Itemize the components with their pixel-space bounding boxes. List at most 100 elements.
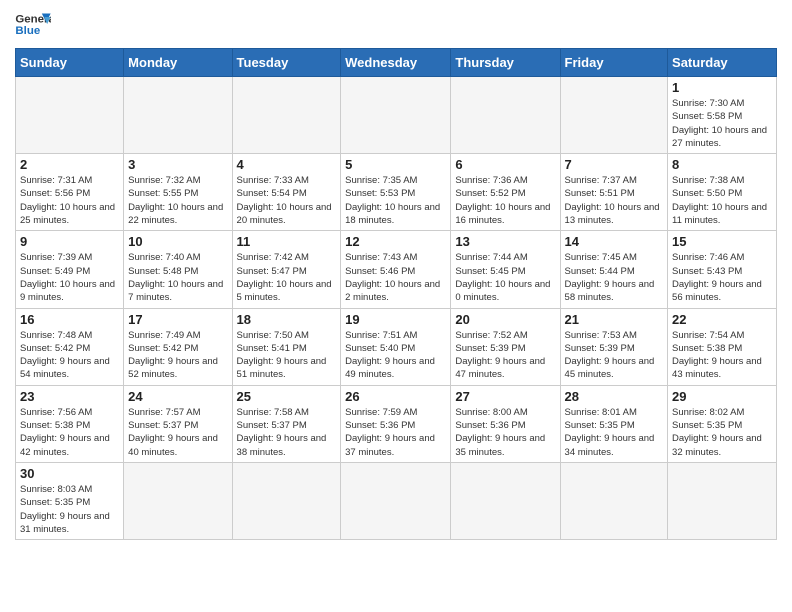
calendar-cell: 4 Sunrise: 7:33 AM Sunset: 5:54 PM Daylig… [232,154,341,231]
day-number: 27 [455,389,555,404]
calendar-cell [560,462,668,539]
page-container: General Blue SundayMondayTuesdayWednesda… [0,0,792,555]
weekday-header-sunday: Sunday [16,49,124,77]
calendar-cell: 24 Sunrise: 7:57 AM Sunset: 5:37 PM Dayli… [124,385,232,462]
calendar-cell: 19 Sunrise: 7:51 AM Sunset: 5:40 PM Dayli… [341,308,451,385]
calendar-cell: 1Sunrise: 7:30 AM Sunset: 5:58 PM Daylig… [668,77,777,154]
week-row-5: 30Sunrise: 8:03 AM Sunset: 5:35 PM Dayli… [16,462,777,539]
day-info: Sunrise: 7:36 AM Sunset: 5:52 PM Dayligh… [455,174,555,227]
day-info: Sunrise: 7:37 AM Sunset: 5:51 PM Dayligh… [565,174,664,227]
day-info: Sunrise: 7:31 AM Sunset: 5:56 PM Dayligh… [20,174,119,227]
day-number: 10 [128,234,227,249]
weekday-header-friday: Friday [560,49,668,77]
week-row-3: 16 Sunrise: 7:48 AM Sunset: 5:42 PM Dayli… [16,308,777,385]
calendar-cell [341,77,451,154]
day-number: 17 [128,312,227,327]
week-row-1: 2 Sunrise: 7:31 AM Sunset: 5:56 PM Daylig… [16,154,777,231]
day-info: Sunrise: 8:01 AM Sunset: 5:35 PM Dayligh… [565,406,664,459]
day-info: Sunrise: 7:40 AM Sunset: 5:48 PM Dayligh… [128,251,227,304]
day-number: 23 [20,389,119,404]
day-info: Sunrise: 7:44 AM Sunset: 5:45 PM Dayligh… [455,251,555,304]
day-info: Sunrise: 7:53 AM Sunset: 5:39 PM Dayligh… [565,329,664,382]
day-info: Sunrise: 7:46 AM Sunset: 5:43 PM Dayligh… [672,251,772,304]
day-number: 11 [237,234,337,249]
weekday-header-monday: Monday [124,49,232,77]
calendar-cell: 2 Sunrise: 7:31 AM Sunset: 5:56 PM Daylig… [16,154,124,231]
day-info: Sunrise: 7:45 AM Sunset: 5:44 PM Dayligh… [565,251,664,304]
calendar-cell: 23Sunrise: 7:56 AM Sunset: 5:38 PM Dayli… [16,385,124,462]
calendar-cell [16,77,124,154]
day-number: 13 [455,234,555,249]
calendar-cell: 10 Sunrise: 7:40 AM Sunset: 5:48 PM Dayli… [124,231,232,308]
calendar-cell: 21 Sunrise: 7:53 AM Sunset: 5:39 PM Dayli… [560,308,668,385]
header: General Blue [15,10,777,40]
day-info: Sunrise: 7:35 AM Sunset: 5:53 PM Dayligh… [345,174,446,227]
day-number: 21 [565,312,664,327]
day-number: 26 [345,389,446,404]
calendar-cell [560,77,668,154]
calendar-cell: 17 Sunrise: 7:49 AM Sunset: 5:42 PM Dayli… [124,308,232,385]
day-number: 14 [565,234,664,249]
day-info: Sunrise: 7:51 AM Sunset: 5:40 PM Dayligh… [345,329,446,382]
calendar-cell: 8Sunrise: 7:38 AM Sunset: 5:50 PM Daylig… [668,154,777,231]
day-info: Sunrise: 7:39 AM Sunset: 5:49 PM Dayligh… [20,251,119,304]
calendar-cell [451,77,560,154]
weekday-header-wednesday: Wednesday [341,49,451,77]
calendar-cell: 12 Sunrise: 7:43 AM Sunset: 5:46 PM Dayli… [341,231,451,308]
calendar-cell: 26 Sunrise: 7:59 AM Sunset: 5:36 PM Dayli… [341,385,451,462]
calendar-cell: 27Sunrise: 8:00 AM Sunset: 5:36 PM Dayli… [451,385,560,462]
day-info: Sunrise: 7:38 AM Sunset: 5:50 PM Dayligh… [672,174,772,227]
calendar-cell [124,77,232,154]
day-number: 6 [455,157,555,172]
calendar-cell [668,462,777,539]
day-info: Sunrise: 7:52 AM Sunset: 5:39 PM Dayligh… [455,329,555,382]
calendar-cell: 11Sunrise: 7:42 AM Sunset: 5:47 PM Dayli… [232,231,341,308]
day-info: Sunrise: 7:49 AM Sunset: 5:42 PM Dayligh… [128,329,227,382]
day-number: 15 [672,234,772,249]
day-info: Sunrise: 7:33 AM Sunset: 5:54 PM Dayligh… [237,174,337,227]
calendar-cell: 15 Sunrise: 7:46 AM Sunset: 5:43 PM Dayli… [668,231,777,308]
calendar-cell: 28 Sunrise: 8:01 AM Sunset: 5:35 PM Dayli… [560,385,668,462]
day-info: Sunrise: 8:03 AM Sunset: 5:35 PM Dayligh… [20,483,119,536]
logo: General Blue [15,10,51,40]
calendar-cell: 9 Sunrise: 7:39 AM Sunset: 5:49 PM Daylig… [16,231,124,308]
day-number: 4 [237,157,337,172]
calendar-cell [341,462,451,539]
day-number: 18 [237,312,337,327]
calendar-cell: 22Sunrise: 7:54 AM Sunset: 5:38 PM Dayli… [668,308,777,385]
day-number: 19 [345,312,446,327]
day-number: 20 [455,312,555,327]
day-number: 28 [565,389,664,404]
weekday-header-saturday: Saturday [668,49,777,77]
day-info: Sunrise: 7:32 AM Sunset: 5:55 PM Dayligh… [128,174,227,227]
day-info: Sunrise: 7:50 AM Sunset: 5:41 PM Dayligh… [237,329,337,382]
logo-icon: General Blue [15,10,51,40]
calendar-cell: 7 Sunrise: 7:37 AM Sunset: 5:51 PM Daylig… [560,154,668,231]
calendar-cell: 3Sunrise: 7:32 AM Sunset: 5:55 PM Daylig… [124,154,232,231]
day-info: Sunrise: 7:57 AM Sunset: 5:37 PM Dayligh… [128,406,227,459]
day-number: 16 [20,312,119,327]
calendar-cell: 29Sunrise: 8:02 AM Sunset: 5:35 PM Dayli… [668,385,777,462]
day-number: 24 [128,389,227,404]
svg-text:Blue: Blue [15,25,40,37]
day-number: 9 [20,234,119,249]
calendar-cell: 20 Sunrise: 7:52 AM Sunset: 5:39 PM Dayli… [451,308,560,385]
day-info: Sunrise: 7:54 AM Sunset: 5:38 PM Dayligh… [672,329,772,382]
calendar-cell: 25Sunrise: 7:58 AM Sunset: 5:37 PM Dayli… [232,385,341,462]
day-number: 5 [345,157,446,172]
day-number: 12 [345,234,446,249]
calendar-cell: 18 Sunrise: 7:50 AM Sunset: 5:41 PM Dayli… [232,308,341,385]
day-info: Sunrise: 7:43 AM Sunset: 5:46 PM Dayligh… [345,251,446,304]
weekday-header-tuesday: Tuesday [232,49,341,77]
day-number: 25 [237,389,337,404]
calendar-cell: 5 Sunrise: 7:35 AM Sunset: 5:53 PM Daylig… [341,154,451,231]
calendar-cell [232,77,341,154]
day-info: Sunrise: 7:59 AM Sunset: 5:36 PM Dayligh… [345,406,446,459]
day-number: 2 [20,157,119,172]
week-row-2: 9 Sunrise: 7:39 AM Sunset: 5:49 PM Daylig… [16,231,777,308]
calendar-cell: 16 Sunrise: 7:48 AM Sunset: 5:42 PM Dayli… [16,308,124,385]
day-info: Sunrise: 7:48 AM Sunset: 5:42 PM Dayligh… [20,329,119,382]
day-info: Sunrise: 7:30 AM Sunset: 5:58 PM Dayligh… [672,97,772,150]
calendar-cell: 14 Sunrise: 7:45 AM Sunset: 5:44 PM Dayli… [560,231,668,308]
day-number: 7 [565,157,664,172]
